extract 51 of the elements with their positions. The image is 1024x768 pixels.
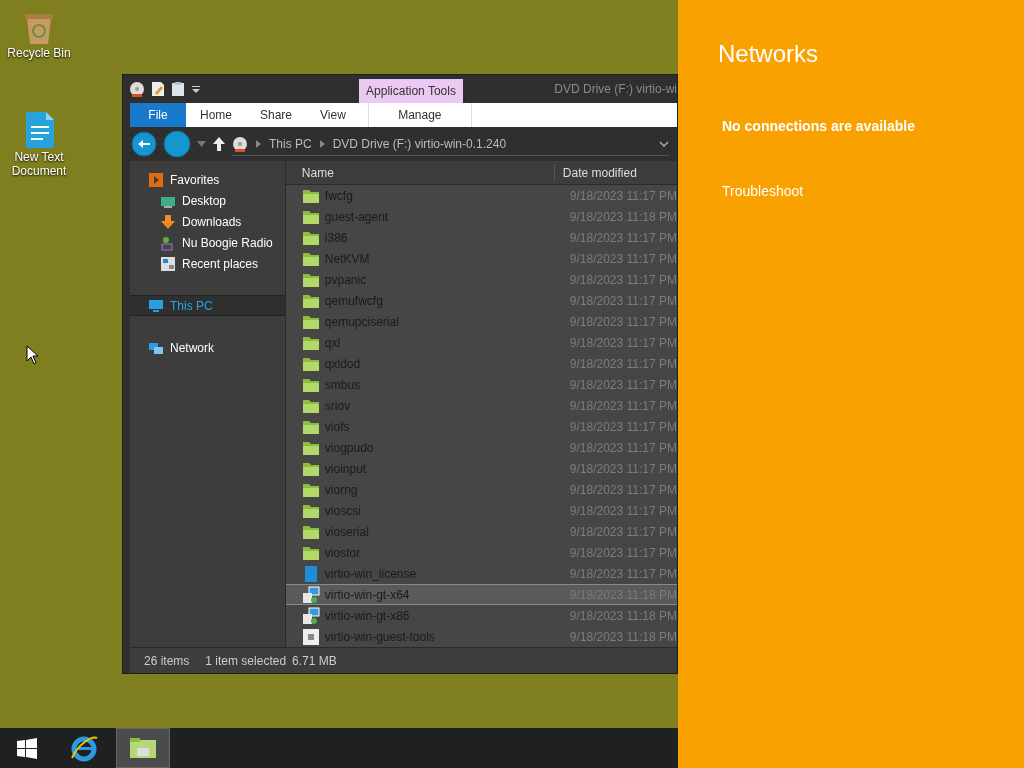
navigation-item[interactable]: Favorites [130, 169, 285, 190]
status-text: 6.71 MB [292, 652, 337, 670]
address-dropdown-icon[interactable] [659, 140, 669, 147]
new-folder-icon[interactable] [171, 81, 185, 97]
breadcrumb-arrow-icon[interactable] [256, 139, 261, 148]
status-message: No connections are available [722, 117, 916, 136]
up-arrow-icon[interactable] [212, 136, 226, 152]
ribbon-tab[interactable]: Share [246, 103, 307, 127]
status-text: 26 items [144, 652, 190, 670]
ribbon-tab[interactable]: View [306, 103, 360, 127]
properties-icon[interactable] [151, 81, 165, 97]
installer-icon [301, 606, 320, 625]
navigation-item[interactable]: This PC [130, 295, 285, 316]
breadcrumb-item[interactable]: DVD Drive (F:) virtio-win-0.1.240 [332, 134, 507, 153]
ribbon-tab[interactable]: Manage [367, 103, 472, 127]
computer-icon [148, 297, 164, 314]
customize-caret-icon[interactable] [191, 84, 201, 94]
file-name: virtio-win-gt-x64 [324, 586, 410, 604]
recent-places-icon [160, 255, 176, 272]
disc-drive-icon[interactable] [129, 81, 145, 97]
column-header[interactable]: Name [285, 163, 554, 182]
forward-button[interactable] [163, 130, 191, 158]
radio-icon [160, 234, 176, 251]
taskbar-button[interactable] [116, 728, 170, 768]
column-header[interactable]: Date modified [553, 163, 677, 182]
navigation-item[interactable]: Recent places [130, 253, 285, 274]
window-title: DVD Drive (F:) virtio-wi [554, 81, 677, 98]
breadcrumb-arrow-icon[interactable] [319, 139, 325, 148]
disc-drive-icon [232, 135, 248, 152]
installer-icon [301, 585, 320, 604]
navigation-item[interactable]: Nu Boogie Radio [130, 232, 285, 253]
panel-title: Networks [718, 39, 820, 69]
context-tab-group-label: Application Tools [359, 79, 463, 103]
troubleshoot-link[interactable]: Troubleshoot [722, 181, 804, 202]
setup-icon [301, 627, 320, 646]
file-menu-button[interactable]: File [130, 103, 186, 127]
back-button[interactable] [131, 131, 157, 157]
navigation-item[interactable]: Network [130, 337, 285, 358]
ribbon-tab[interactable]: Home [186, 103, 246, 127]
history-caret-icon[interactable] [197, 141, 206, 147]
download-arrow-icon [160, 213, 176, 230]
status-text: 1 item selected [205, 652, 287, 670]
navigation-item[interactable]: Downloads [130, 211, 285, 232]
desktop-icon-label[interactable]: New Text Document [4, 150, 74, 179]
breadcrumb-item[interactable]: This PC [269, 134, 312, 153]
folder-icon [129, 736, 157, 760]
browser-e-icon [70, 734, 100, 762]
windows-logo-icon [16, 737, 38, 759]
desktop-icon-label[interactable]: Recycle Bin [7, 46, 71, 61]
navigation-item[interactable]: Desktop [130, 190, 285, 211]
mouse-pointer-icon [26, 345, 38, 365]
